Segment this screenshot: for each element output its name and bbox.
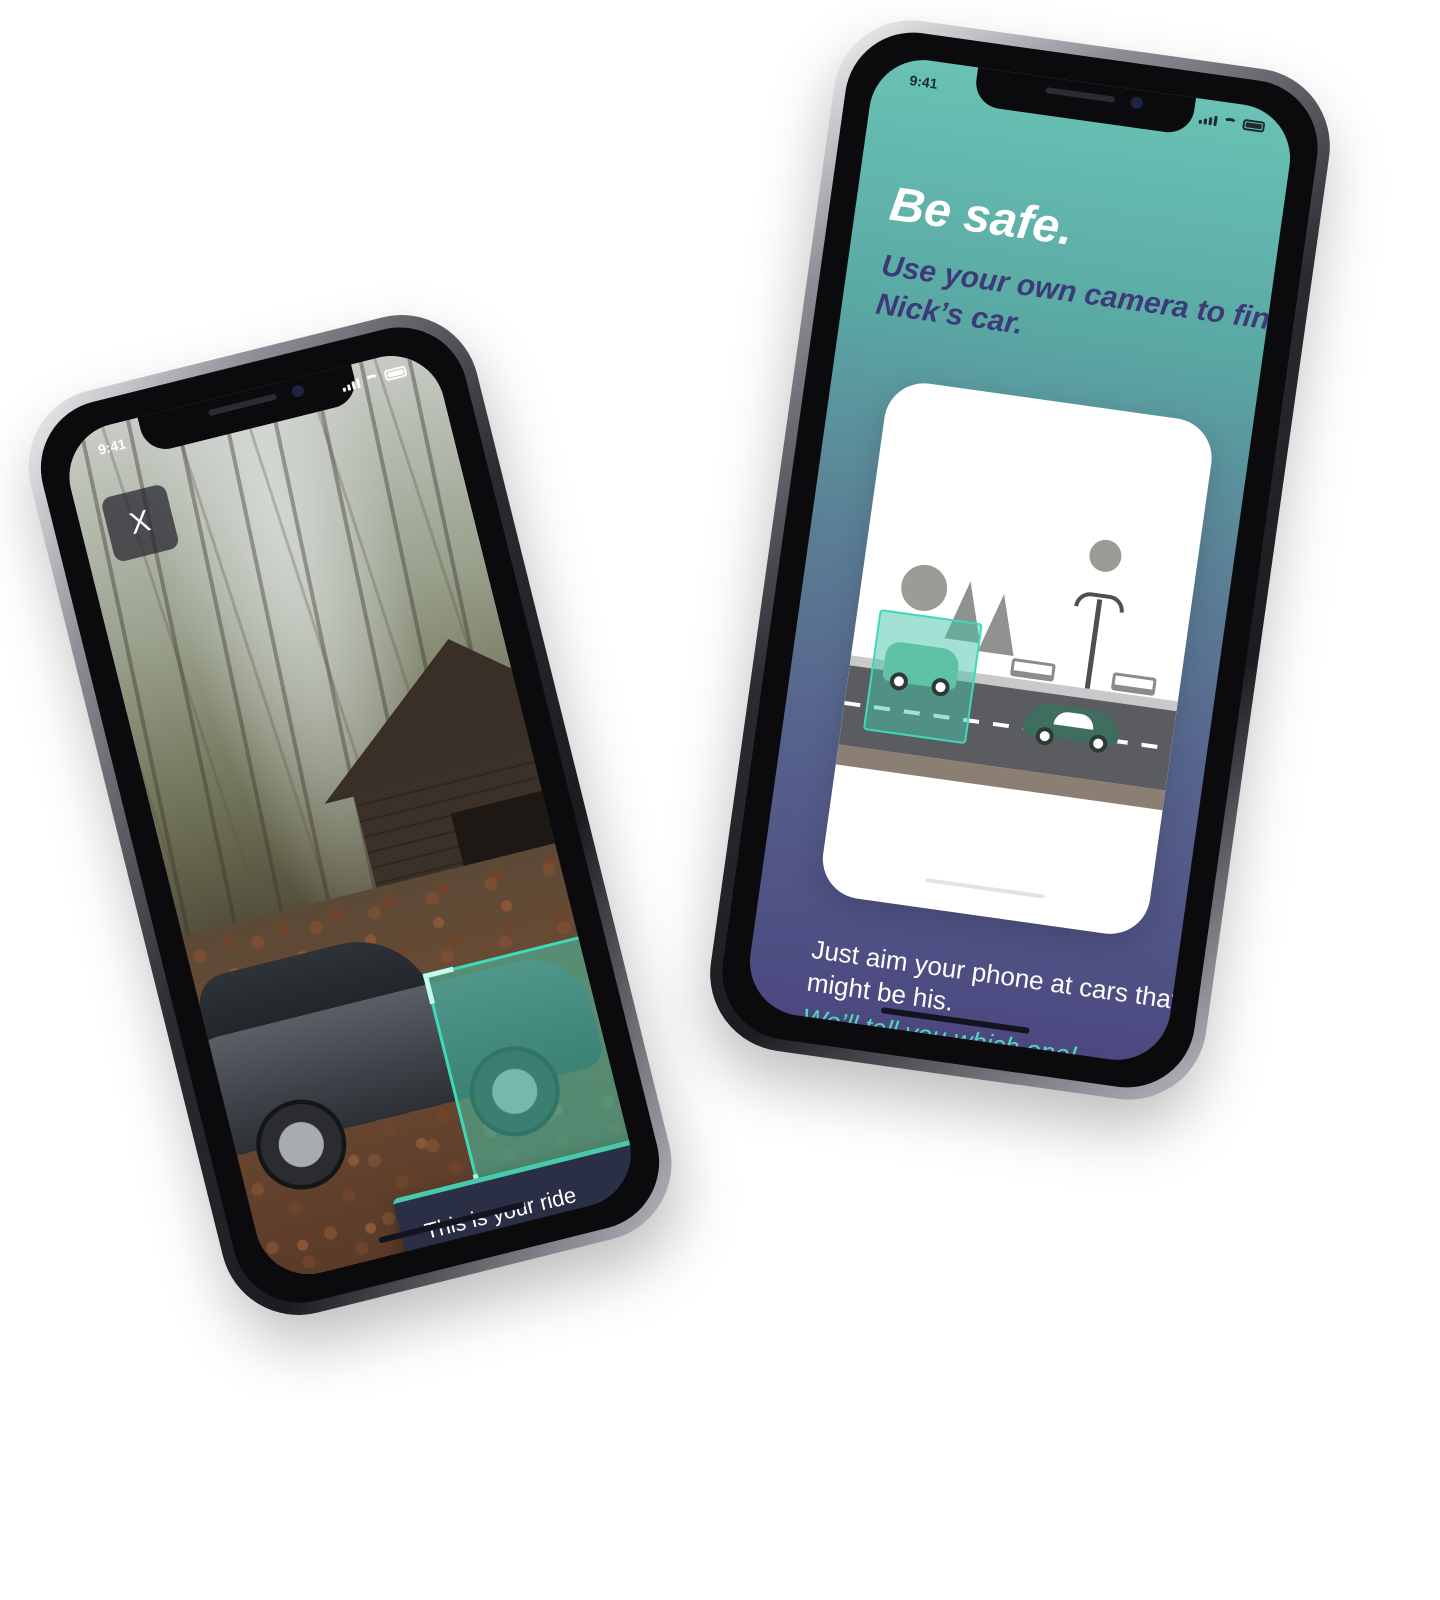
signal-icon (1198, 114, 1218, 127)
speaker (1045, 87, 1116, 103)
lamp-arm-icon (1074, 590, 1126, 613)
status-icons (1198, 113, 1266, 133)
car-model: Subaru Outback (516, 1276, 642, 1285)
tree-icon (898, 561, 951, 614)
camera-screen[interactable]: 9:41 X This is your ride Nick Subaru Out… (57, 344, 643, 1286)
driver-avatar (438, 1273, 509, 1286)
illustration-home-indicator (925, 877, 1045, 899)
subhead: Use your own camera to find Nick’s car. (873, 249, 1291, 341)
illustration-card (817, 378, 1217, 940)
phone-right: 9:41 Be safe. Use your own camera to fin… (700, 10, 1340, 1110)
lamp-post-icon (1084, 599, 1103, 689)
ar-corner-tr (584, 926, 623, 964)
tree-icon (1087, 537, 1124, 574)
pine-tree-icon (977, 591, 1022, 657)
driver-name: Nick (507, 1263, 560, 1286)
front-camera (1129, 96, 1144, 110)
onboarding-screen: 9:41 Be safe. Use your own camera to fin… (742, 53, 1298, 1067)
phone-left-bezel: 9:41 X This is your ride Nick Subaru Out… (26, 313, 674, 1317)
ar-corner-br (634, 1127, 643, 1165)
speaker (207, 393, 278, 417)
ar-corner-tl (422, 966, 461, 1005)
notch (972, 65, 1197, 136)
headline: Be safe. (886, 177, 1077, 256)
phone-right-bezel: 9:41 Be safe. Use your own camera to fin… (713, 23, 1327, 1097)
front-camera (290, 383, 306, 399)
battery-icon (1242, 118, 1266, 133)
status-time: 9:41 (908, 72, 939, 92)
phone-left: 9:41 X This is your ride Nick Subaru Out… (11, 298, 689, 1332)
wifi-icon (1222, 117, 1238, 129)
street-illustration (835, 517, 1198, 811)
